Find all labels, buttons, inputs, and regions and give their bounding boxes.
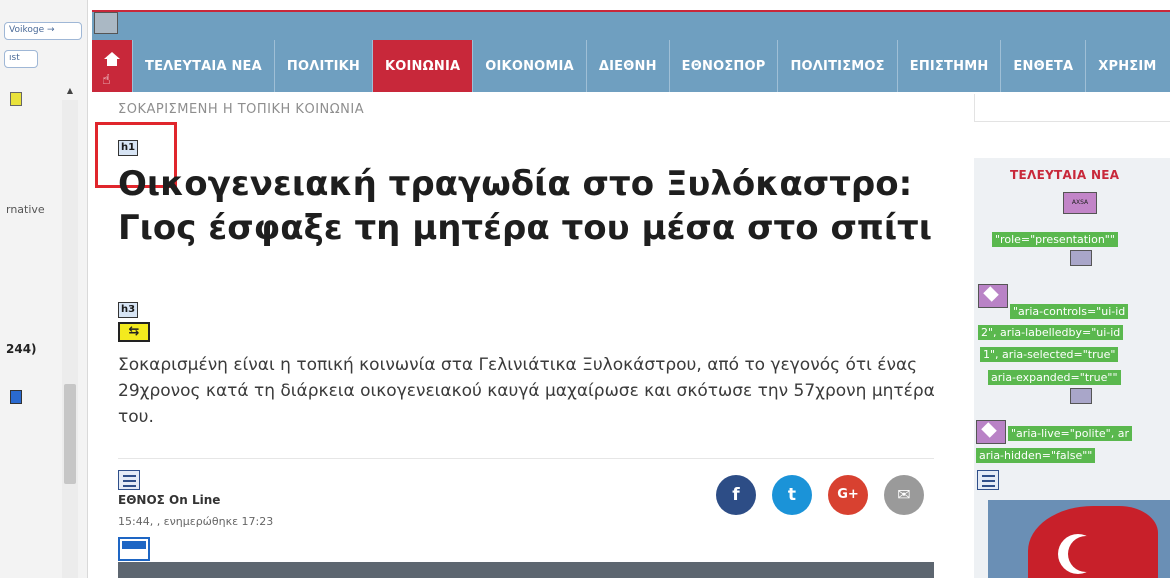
aria-label: "role="presentation"" — [992, 232, 1118, 247]
heading-tag-icon: h3 — [118, 302, 139, 318]
facebook-icon[interactable]: f — [716, 475, 756, 515]
nav-item-latest[interactable]: ΤΕΛΕΥΤΑΙΑ ΝΕΑ — [132, 40, 274, 92]
tag-icon — [978, 284, 1008, 308]
tab-icon — [1070, 250, 1092, 266]
breadcrumb[interactable]: ΣΟΚΑΡΙΣΜΕΝΗ Η ΤΟΠΙΚΗ ΚΟΙΝΩΝΙΑ — [118, 102, 364, 117]
aria-label: 2", aria-labelledby="ui-id — [978, 325, 1124, 340]
panel-blue-icon — [10, 390, 22, 404]
sidebar-title[interactable]: ΤΕΛΕΥΤΑΙΑ ΝΕΑ — [1010, 168, 1119, 182]
scrollbar-track[interactable] — [62, 100, 78, 578]
nav-item-economy[interactable]: ΟΙΚΟΝΟΜΙΑ — [472, 40, 586, 92]
panel-count: 244) — [6, 342, 37, 356]
nav-item-sports[interactable]: ΕΘΝΟΣΠΟΡ — [668, 40, 778, 92]
image-icon — [118, 537, 150, 561]
aria-label: "aria-live="polite", ar — [1008, 426, 1132, 441]
sidebar-header-box — [974, 94, 1170, 122]
nav-item-supplements[interactable]: ΕΝΘΕΤΑ — [1000, 40, 1085, 92]
scrollbar-thumb[interactable] — [64, 384, 76, 484]
panel-text: rnative — [6, 203, 45, 216]
arrow-icon: ⇆ — [118, 322, 150, 342]
panel-list-chip[interactable]: ıst — [4, 50, 38, 68]
site-top-bar — [92, 10, 1170, 40]
nav-item-world[interactable]: ΔΙΕΘΝΗ — [585, 40, 669, 92]
heading-tag-icon: h1 — [118, 140, 139, 156]
article-title: Οικογενειακή τραγωδία στο Ξυλόκαστρο: Γι… — [118, 164, 933, 248]
bookmark-icon — [10, 92, 22, 106]
left-browser-panel: Voikoge → ıst ▲ rnative 244) — [0, 0, 88, 578]
article-image — [118, 562, 934, 578]
tag-icon — [976, 420, 1006, 444]
list-icon — [118, 470, 140, 490]
googleplus-icon[interactable]: G+ — [828, 475, 868, 515]
panel-link-chip[interactable]: Voikoge → — [4, 22, 82, 40]
email-icon[interactable]: ✉ — [884, 475, 924, 515]
nav-item-society[interactable]: ΚΟΙΝΩΝΙΑ — [371, 40, 473, 92]
aria-label: aria-hidden="false"" — [976, 448, 1096, 463]
sidebar-news-image[interactable] — [988, 500, 1170, 578]
aria-label: 1", aria-selected="true" — [980, 347, 1119, 362]
sidebar-badge: AXSA — [1063, 192, 1097, 214]
home-button[interactable]: ☝ — [92, 40, 132, 92]
scroll-up-button[interactable]: ▲ — [64, 86, 76, 98]
list-icon — [977, 470, 999, 490]
home-icon — [104, 52, 120, 66]
main-navigation: ☝ ΤΕΛΕΥΤΑΙΑ ΝΕΑ ΠΟΛΙΤΙΚΗ ΚΟΙΝΩΝΙΑ ΟΙΚΟΝΟ… — [92, 40, 1170, 92]
article-lead: Σοκαρισμένη είναι η τοπική κοινωνία στα … — [118, 355, 935, 427]
divider — [118, 458, 934, 459]
nav-item-culture[interactable]: ΠΟΛΙΤΙΣΜΟΣ — [777, 40, 896, 92]
flag-moon-cut — [1068, 536, 1104, 572]
nav-item-useful[interactable]: ΧΡΗΣΙΜ — [1085, 40, 1168, 92]
article-time: 15:44, , ενημερώθηκε 17:23 — [118, 515, 274, 528]
nav-item-politics[interactable]: ΠΟΛΙΤΙΚΗ — [273, 40, 372, 92]
nav-item-science[interactable]: ΕΠΙΣΤΗΜΗ — [896, 40, 1001, 92]
aria-label: aria-expanded="true"" — [988, 370, 1121, 385]
tab-icon — [1070, 388, 1092, 404]
article-author[interactable]: ΕΘΝΟΣ On Line — [118, 493, 220, 507]
pointer-hand-icon: ☝ — [102, 72, 111, 88]
aria-label: "aria-controls="ui-id — [1010, 304, 1129, 319]
toolbar-square-icon — [94, 12, 118, 34]
twitter-icon[interactable]: t — [772, 475, 812, 515]
